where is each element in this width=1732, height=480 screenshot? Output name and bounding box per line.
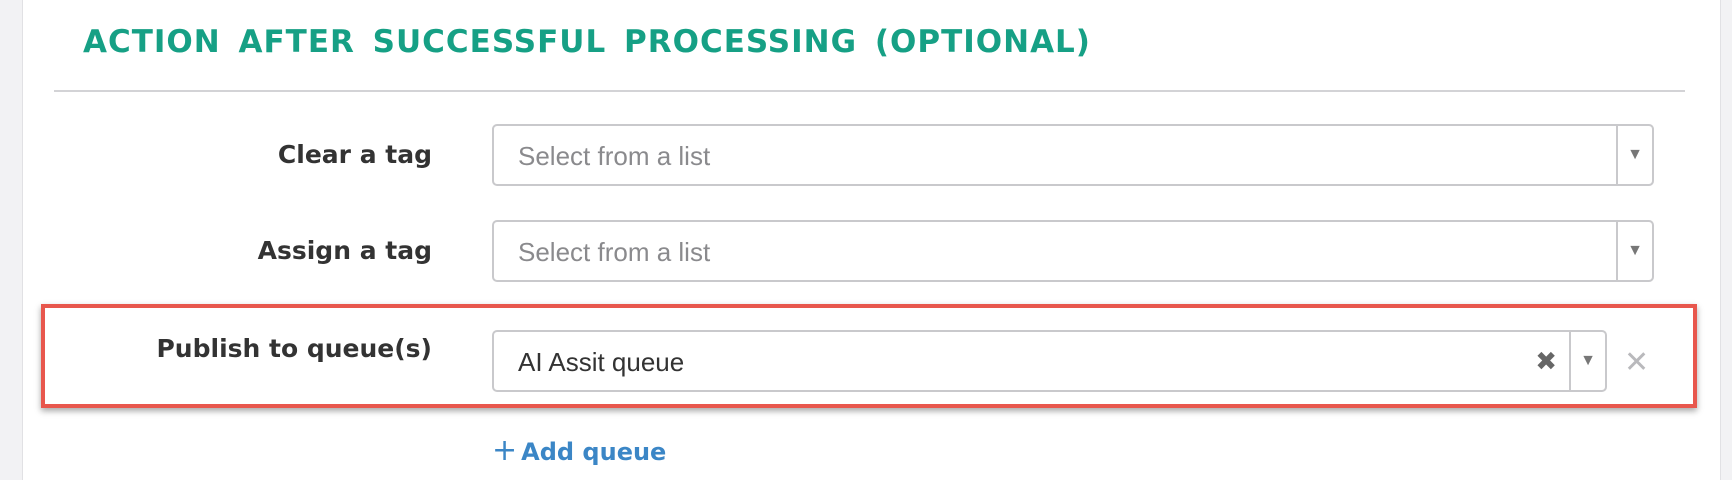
chevron-down-icon[interactable]: ▼: [1616, 126, 1652, 184]
add-queue-label: Add queue: [521, 438, 667, 466]
section-divider: [54, 90, 1685, 92]
section-title: ACTION AFTER SUCCESSFUL PROCESSING (OPTI…: [83, 24, 1091, 60]
publish-queue-label: Publish to queue(s): [156, 334, 432, 363]
assign-tag-row: Assign a tag Select from a list ▼: [0, 220, 1732, 286]
clear-tag-row: Clear a tag Select from a list ▼: [0, 124, 1732, 190]
publish-queue-value: AI Assit queue: [518, 347, 685, 377]
clear-tag-label: Clear a tag: [277, 140, 432, 169]
remove-queue-icon[interactable]: ✕: [1624, 345, 1649, 380]
chevron-down-icon[interactable]: ▼: [1616, 222, 1652, 280]
close-icon[interactable]: ✖: [1535, 346, 1557, 376]
plus-icon: +: [492, 433, 518, 468]
chevron-down-icon[interactable]: ▼: [1569, 332, 1605, 390]
clear-tag-select[interactable]: Select from a list ▼: [492, 124, 1654, 186]
clear-tag-placeholder: Select from a list: [518, 141, 711, 171]
publish-queue-row: Publish to queue(s) AI Assit queue ✖ ▼: [0, 330, 1732, 396]
assign-tag-placeholder: Select from a list: [518, 237, 711, 267]
add-queue-link[interactable]: + Add queue: [492, 433, 666, 468]
publish-queue-select[interactable]: AI Assit queue ✖ ▼: [492, 330, 1607, 392]
assign-tag-select[interactable]: Select from a list ▼: [492, 220, 1654, 282]
assign-tag-label: Assign a tag: [257, 236, 432, 265]
